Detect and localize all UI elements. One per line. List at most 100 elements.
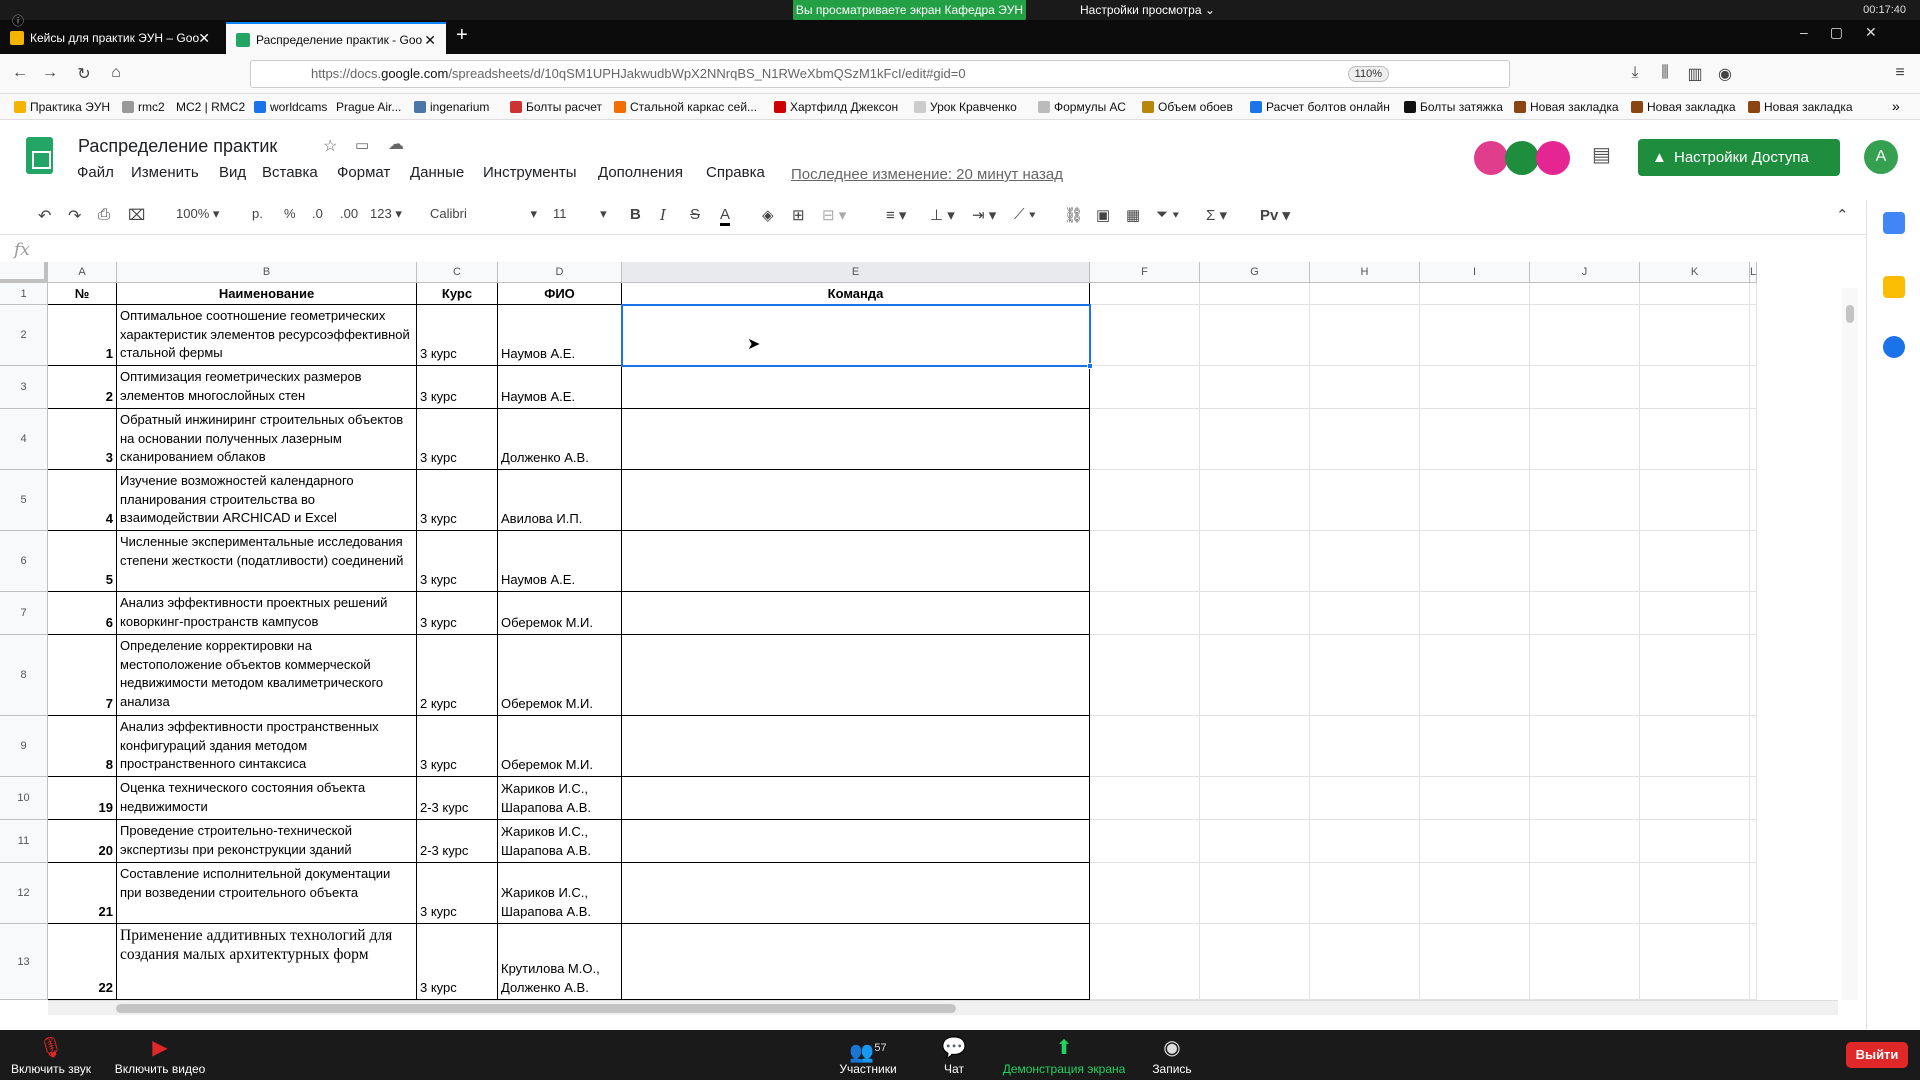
cell-team[interactable] xyxy=(622,366,1090,409)
row-header[interactable]: 8 xyxy=(0,635,48,716)
empty-cell[interactable] xyxy=(1640,283,1750,305)
redo-icon[interactable]: ↷ xyxy=(68,206,81,226)
cell-name[interactable]: Численные экспериментальные исследования… xyxy=(117,531,417,592)
bookmark[interactable]: Объем обоев xyxy=(1140,94,1233,120)
filter-icon[interactable]: ⏷ ▾ xyxy=(1156,206,1180,223)
header-num[interactable]: № xyxy=(48,283,117,305)
vertical-scroll-thumb[interactable] xyxy=(1846,305,1854,323)
currency-format-button[interactable]: р. xyxy=(252,206,263,221)
column-header-g[interactable]: G xyxy=(1200,262,1310,283)
empty-cell[interactable] xyxy=(1090,283,1200,305)
empty-cell[interactable] xyxy=(1750,366,1757,409)
select-all-corner[interactable] xyxy=(0,262,48,283)
cell-course[interactable]: 2 курс xyxy=(417,635,498,716)
cell-course[interactable]: 3 курс xyxy=(417,409,498,470)
empty-cell[interactable] xyxy=(1750,863,1757,924)
column-header-h[interactable]: H xyxy=(1310,262,1420,283)
cell-name[interactable]: Обратный инжиниринг строительных объекто… xyxy=(117,409,417,470)
empty-cell[interactable] xyxy=(1750,305,1757,366)
row-header[interactable]: 1 xyxy=(0,283,48,305)
empty-cell[interactable] xyxy=(1750,531,1757,592)
column-header-a[interactable]: A xyxy=(48,262,117,283)
cell-course[interactable]: 3 курс xyxy=(417,924,498,1000)
bookmark[interactable]: Prague Air... xyxy=(336,94,401,120)
cell-num[interactable]: 3 xyxy=(48,409,117,470)
cell-fio[interactable]: Жариков И.С., Шарапова А.В. xyxy=(498,863,622,924)
bookmark[interactable]: Расчет болтов онлайн xyxy=(1248,94,1390,120)
account-avatar[interactable]: A xyxy=(1864,140,1898,174)
cell-course[interactable]: 3 курс xyxy=(417,366,498,409)
bold-button[interactable]: B xyxy=(630,206,641,223)
cell-num[interactable]: 4 xyxy=(48,470,117,531)
empty-cell[interactable] xyxy=(1640,820,1750,863)
collapse-toolbar-icon[interactable]: ⌃ xyxy=(1836,206,1849,224)
increase-decimal-button[interactable]: .00 xyxy=(340,206,358,221)
text-color-button[interactable]: A xyxy=(720,206,731,226)
cell-team[interactable] xyxy=(622,470,1090,531)
account-icon[interactable]: ◉ xyxy=(1715,64,1735,84)
row-header[interactable]: 5 xyxy=(0,470,48,531)
empty-cell[interactable] xyxy=(1750,283,1757,305)
empty-cell[interactable] xyxy=(1640,366,1750,409)
anon-avatar-icon[interactable] xyxy=(1505,141,1539,175)
bookmark[interactable]: Новая закладка xyxy=(1629,94,1736,120)
bookmark[interactable]: Болты расчет xyxy=(508,94,602,120)
align-vertical-icon[interactable]: ⊥ ▾ xyxy=(930,206,955,224)
cell-course[interactable]: 3 курс xyxy=(417,305,498,366)
empty-cell[interactable] xyxy=(1420,531,1530,592)
cell-fio[interactable]: Жариков И.С., Шарапова А.В. xyxy=(498,820,622,863)
empty-cell[interactable] xyxy=(1310,592,1420,635)
empty-cell[interactable] xyxy=(1530,777,1640,820)
font-family-select[interactable]: Calibri ▾ xyxy=(430,206,537,222)
keep-icon[interactable] xyxy=(1883,276,1905,298)
cell-course[interactable]: 3 курс xyxy=(417,716,498,777)
empty-cell[interactable] xyxy=(1310,635,1420,716)
menu-file[interactable]: Файл xyxy=(77,164,114,181)
chat-button[interactable]: 💬 Чат xyxy=(934,1030,974,1080)
empty-cell[interactable] xyxy=(1640,863,1750,924)
cell-fio[interactable]: Оберемок М.И. xyxy=(498,592,622,635)
fill-color-icon[interactable]: ◈ xyxy=(762,206,774,224)
bookmark[interactable]: Хартфилд Джексон xyxy=(772,94,898,120)
cell-course[interactable]: 3 курс xyxy=(417,531,498,592)
header-team[interactable]: Команда xyxy=(622,283,1090,305)
empty-cell[interactable] xyxy=(1090,592,1200,635)
empty-cell[interactable] xyxy=(1420,777,1530,820)
empty-cell[interactable] xyxy=(1090,409,1200,470)
share-screen-button[interactable]: ⬆ Демонстрация экрана xyxy=(1000,1030,1128,1080)
column-header-j[interactable]: J xyxy=(1530,262,1640,283)
cell-name[interactable]: Определение корректировки на местоположе… xyxy=(117,635,417,716)
close-tab-icon[interactable]: ✕ xyxy=(424,24,436,56)
empty-cell[interactable] xyxy=(1420,820,1530,863)
bookmark[interactable]: Новая закладка xyxy=(1512,94,1619,120)
empty-cell[interactable] xyxy=(1750,470,1757,531)
cell-name[interactable]: Проведение строительно-технической экспе… xyxy=(117,820,417,863)
empty-cell[interactable] xyxy=(1530,924,1640,1000)
column-header-l[interactable]: L xyxy=(1750,262,1758,283)
cell-fio[interactable]: Наумов А.Е. xyxy=(498,305,622,366)
row-header[interactable]: 4 xyxy=(0,409,48,470)
empty-cell[interactable] xyxy=(1310,531,1420,592)
spreadsheet-grid[interactable]: ABCDEFGHIJKL 1 № Наименование Курс ФИО Команд… xyxy=(0,262,1866,1000)
insert-chart-icon[interactable]: ▦ xyxy=(1126,206,1140,224)
cell-num[interactable]: 1 xyxy=(48,305,117,366)
cell-fio[interactable]: Крутилова М.О., Долженко А.В. xyxy=(498,924,622,1000)
cell-num[interactable]: 19 xyxy=(48,777,117,820)
calendar-icon[interactable] xyxy=(1883,212,1905,234)
cell-name[interactable]: Оценка технического состояния объекта не… xyxy=(117,777,417,820)
strikethrough-button[interactable]: S xyxy=(690,206,700,223)
column-header-c[interactable]: C xyxy=(417,262,498,283)
text-wrap-icon[interactable]: ⇥ ▾ xyxy=(972,206,996,224)
leave-button[interactable]: Выйти xyxy=(1846,1042,1908,1068)
empty-cell[interactable] xyxy=(1420,924,1530,1000)
empty-cell[interactable] xyxy=(1420,592,1530,635)
column-header-f[interactable]: F xyxy=(1090,262,1200,283)
empty-cell[interactable] xyxy=(1530,305,1640,366)
empty-cell[interactable] xyxy=(1750,409,1757,470)
more-formats-select[interactable]: 123 ▾ xyxy=(370,206,402,222)
text-rotate-icon[interactable]: ⟋ ▾ xyxy=(1014,206,1036,223)
empty-cell[interactable] xyxy=(1200,283,1310,305)
menu-edit[interactable]: Изменить xyxy=(131,164,199,181)
empty-cell[interactable] xyxy=(1530,409,1640,470)
paint-format-icon[interactable]: ⌧ xyxy=(128,206,145,224)
